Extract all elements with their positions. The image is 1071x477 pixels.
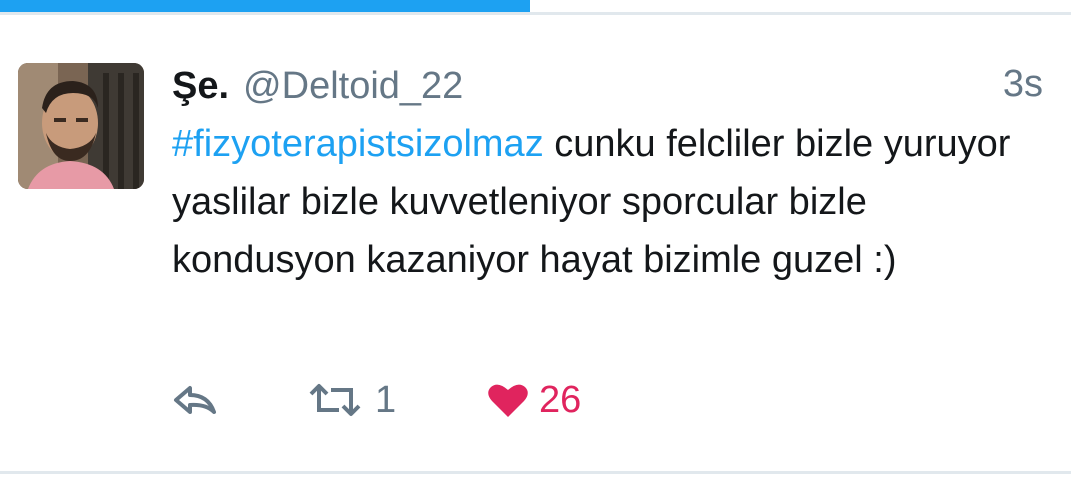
retweet-icon	[309, 384, 361, 416]
retweet-count: 1	[375, 378, 397, 421]
reply-button[interactable]	[172, 380, 307, 420]
avatar[interactable]	[18, 63, 144, 189]
reply-icon	[174, 386, 216, 414]
tweet-text: #fizyoterapistsizolmaz cunku felcliler b…	[172, 115, 1042, 289]
heart-icon	[488, 384, 528, 417]
loading-progress-track	[0, 12, 1071, 15]
user-handle[interactable]: @Deltoid_22	[243, 65, 463, 108]
tweet-header: Şe. @Deltoid_22 3s	[172, 63, 1043, 109]
tweet-actions: 1 26	[172, 375, 581, 425]
display-name[interactable]: Şe.	[172, 65, 229, 108]
retweet-button[interactable]: 1	[307, 379, 487, 422]
tweet-detail-screen: Şe. @Deltoid_22 3s #fizyoterapistsizolma…	[0, 0, 1071, 477]
bottom-divider	[0, 471, 1071, 474]
like-count: 26	[539, 378, 582, 421]
hashtag-link[interactable]: #fizyoterapistsizolmaz	[172, 123, 544, 165]
timestamp[interactable]: 3s	[1003, 63, 1043, 106]
avatar-photo	[18, 63, 144, 189]
like-button[interactable]: 26	[487, 379, 581, 422]
